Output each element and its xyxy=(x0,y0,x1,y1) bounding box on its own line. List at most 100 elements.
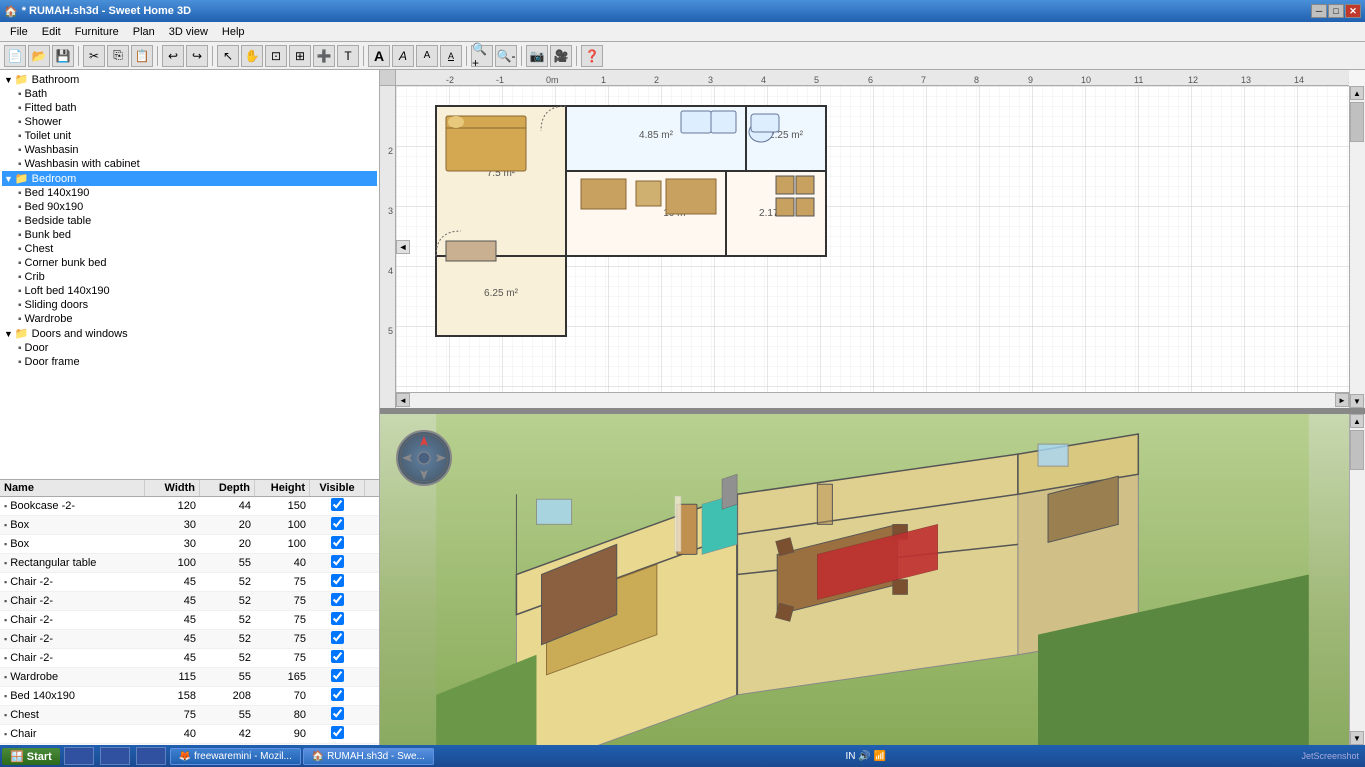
tree-item-bedroom[interactable]: ▼ 📁 Bedroom xyxy=(2,171,377,186)
menu-file[interactable]: File xyxy=(4,24,34,40)
fl-cell-visible[interactable] xyxy=(310,630,365,648)
3d-vscrollbar[interactable]: ▲ ▼ xyxy=(1349,414,1365,745)
fl-cell-visible[interactable] xyxy=(310,611,365,629)
save-button[interactable]: 💾 xyxy=(52,45,74,67)
tree-item-bed90[interactable]: ▪ Bed 90x190 xyxy=(2,200,377,214)
tree-item-bath[interactable]: ▪ Bath xyxy=(2,87,377,101)
tree-item-washbasin-cabinet[interactable]: ▪ Washbasin with cabinet xyxy=(2,157,377,171)
tree-item-toilet[interactable]: ▪ Toilet unit xyxy=(2,129,377,143)
tree-item-crib[interactable]: ▪ Crib xyxy=(2,270,377,284)
visibility-checkbox[interactable] xyxy=(331,517,344,530)
tree-item-washbasin[interactable]: ▪ Washbasin xyxy=(2,143,377,157)
expand-icon[interactable]: ▼ xyxy=(4,329,13,339)
furniture-list-row[interactable]: ▪Box 30 20 100 xyxy=(0,516,379,535)
menu-help[interactable]: Help xyxy=(216,24,251,40)
fl-cell-visible[interactable] xyxy=(310,516,365,534)
undo-button[interactable]: ↩ xyxy=(162,45,184,67)
title-bar-controls[interactable]: ─ □ ✕ xyxy=(1311,4,1361,18)
visibility-checkbox[interactable] xyxy=(331,650,344,663)
text-style-1[interactable]: A xyxy=(368,45,390,67)
cut-button[interactable]: ✂ xyxy=(83,45,105,67)
visibility-checkbox[interactable] xyxy=(331,498,344,511)
draw-wall-button[interactable]: ⊡ xyxy=(265,45,287,67)
furniture-list-row[interactable]: ▪Chair -2- 45 52 75 xyxy=(0,592,379,611)
tree-item-sliding-doors[interactable]: ▪ Sliding doors xyxy=(2,298,377,312)
pan-button[interactable]: ✋ xyxy=(241,45,263,67)
add-text-button[interactable]: T xyxy=(337,45,359,67)
navigation-compass[interactable] xyxy=(396,430,452,486)
fl-cell-visible[interactable] xyxy=(310,554,365,572)
text-style-2[interactable]: A xyxy=(392,45,414,67)
taskbar-firefox[interactable]: 🦊 freewaremini - Mozil... xyxy=(170,748,301,765)
menu-edit[interactable]: Edit xyxy=(36,24,67,40)
tree-item-bed140[interactable]: ▪ Bed 140x190 xyxy=(2,186,377,200)
furniture-list-row[interactable]: ▪Box 30 20 100 xyxy=(0,535,379,554)
furniture-list-row[interactable]: ▪Chest 75 55 80 xyxy=(0,706,379,725)
furniture-list-row[interactable]: ▪Chair -2- 45 52 75 xyxy=(0,611,379,630)
tree-item-door-frame[interactable]: ▪ Door frame xyxy=(2,355,377,369)
menu-furniture[interactable]: Furniture xyxy=(69,24,125,40)
furniture-list-row[interactable]: ▪Chair -2- 45 52 75 xyxy=(0,649,379,668)
fl-cell-visible[interactable] xyxy=(310,592,365,610)
expand-icon[interactable]: ▼ xyxy=(4,174,13,184)
grid-canvas[interactable]: 7.5 m² 4.85 m² 2.25 m² 10 m² 2.17 m² 6.2… xyxy=(396,86,1349,408)
tree-item-shower[interactable]: ▪ Shower xyxy=(2,115,377,129)
tree-item-chest[interactable]: ▪ Chest xyxy=(2,242,377,256)
paste-button[interactable]: 📋 xyxy=(131,45,153,67)
fl-cell-visible[interactable] xyxy=(310,725,365,743)
add-furniture-button[interactable]: ➕ xyxy=(313,45,335,67)
text-style-3[interactable]: A xyxy=(416,45,438,67)
tree-item-bedside[interactable]: ▪ Bedside table xyxy=(2,214,377,228)
2d-vscrollbar[interactable]: ▲ ▼ xyxy=(1349,86,1365,408)
taskbar-sweethome[interactable]: 🏠 RUMAH.sh3d - Swe... xyxy=(303,748,434,765)
taskbar-icon-3[interactable] xyxy=(136,747,166,765)
visibility-checkbox[interactable] xyxy=(331,631,344,644)
fl-cell-visible[interactable] xyxy=(310,573,365,591)
3d-view[interactable]: ▲ ▼ xyxy=(380,414,1365,745)
visibility-checkbox[interactable] xyxy=(331,536,344,549)
minimize-button[interactable]: ─ xyxy=(1311,4,1327,18)
video-button[interactable]: 🎥 xyxy=(550,45,572,67)
new-button[interactable]: 📄 xyxy=(4,45,26,67)
copy-button[interactable]: ⎘ xyxy=(107,45,129,67)
furniture-list-row[interactable]: ▪Wardrobe 115 55 165 xyxy=(0,668,379,687)
pan-left-arrow[interactable]: ◄ xyxy=(396,240,410,254)
tree-item-loft-bed[interactable]: ▪ Loft bed 140x190 xyxy=(2,284,377,298)
fl-cell-visible[interactable] xyxy=(310,668,365,686)
visibility-checkbox[interactable] xyxy=(331,555,344,568)
visibility-checkbox[interactable] xyxy=(331,574,344,587)
visibility-checkbox[interactable] xyxy=(331,669,344,682)
draw-room-button[interactable]: ⊞ xyxy=(289,45,311,67)
tree-item-wardrobe[interactable]: ▪ Wardrobe xyxy=(2,312,377,326)
furniture-list-row[interactable]: ▪Rectangular table 100 55 40 xyxy=(0,554,379,573)
taskbar-icon-1[interactable] xyxy=(64,747,94,765)
select-button[interactable]: ↖ xyxy=(217,45,239,67)
tree-item-doors[interactable]: ▼ 📁 Doors and windows xyxy=(2,326,377,341)
fl-cell-visible[interactable] xyxy=(310,535,365,553)
fl-cell-visible[interactable] xyxy=(310,687,365,705)
furniture-list-body[interactable]: ▪Bookcase -2- 120 44 150 ▪Box 30 20 100 xyxy=(0,497,379,745)
furniture-list-row[interactable]: ▪Chair -2- 45 52 75 xyxy=(0,573,379,592)
maximize-button[interactable]: □ xyxy=(1328,4,1344,18)
visibility-checkbox[interactable] xyxy=(331,593,344,606)
tree-item-corner-bunk[interactable]: ▪ Corner bunk bed xyxy=(2,256,377,270)
visibility-checkbox[interactable] xyxy=(331,726,344,739)
2d-hscrollbar[interactable]: ◄ ► xyxy=(396,392,1349,408)
fl-cell-visible[interactable] xyxy=(310,649,365,667)
furniture-list-row[interactable]: ▪Chair 40 42 90 xyxy=(0,725,379,744)
furniture-list-row[interactable]: ▪Bookcase -2- 120 44 150 xyxy=(0,497,379,516)
visibility-checkbox[interactable] xyxy=(331,612,344,625)
help-button[interactable]: ❓ xyxy=(581,45,603,67)
tree-item-fitted-bath[interactable]: ▪ Fitted bath xyxy=(2,101,377,115)
redo-button[interactable]: ↪ xyxy=(186,45,208,67)
start-button[interactable]: 🪟 Start xyxy=(2,748,60,765)
zoom-out-button[interactable]: 🔍- xyxy=(495,45,517,67)
fl-cell-visible[interactable] xyxy=(310,706,365,724)
tree-item-bunk[interactable]: ▪ Bunk bed xyxy=(2,228,377,242)
tree-item-bathroom[interactable]: ▼ 📁 Bathroom xyxy=(2,72,377,87)
text-style-4[interactable]: A xyxy=(440,45,462,67)
furniture-tree[interactable]: ▼ 📁 Bathroom ▪ Bath ▪ Fitted bath ▪ Show… xyxy=(0,70,379,479)
expand-icon[interactable]: ▼ xyxy=(4,75,13,85)
tree-item-door[interactable]: ▪ Door xyxy=(2,341,377,355)
photo-button[interactable]: 📷 xyxy=(526,45,548,67)
